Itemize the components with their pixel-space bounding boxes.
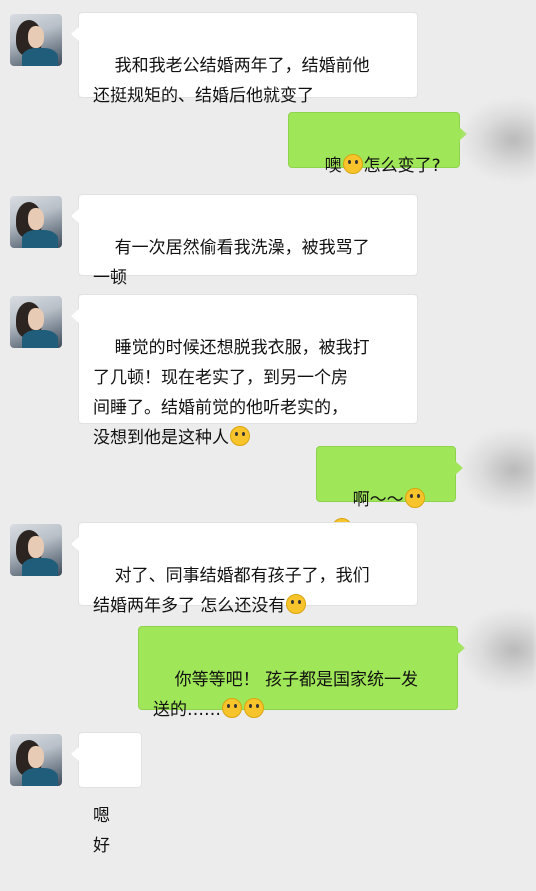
contact-avatar[interactable] bbox=[10, 734, 62, 786]
message-text: 对了、同事结婚都有孩子了，我们 结婚两年多了 怎么还没有 bbox=[93, 566, 370, 616]
dizzy-emoji-icon bbox=[286, 594, 307, 614]
smirk-emoji-icon bbox=[222, 698, 242, 718]
message-text: 有一次居然偷看我洗澡，被我骂了 一顿 bbox=[93, 238, 370, 288]
outgoing-message[interactable]: 你等等吧！ 孩子都是国家统一发 送的…… bbox=[138, 626, 465, 720]
smirk-emoji-icon bbox=[244, 698, 264, 718]
incoming-message[interactable]: 有一次居然偷看我洗澡，被我骂了 一顿 bbox=[71, 194, 418, 288]
incoming-message[interactable]: 对了、同事结婚都有孩子了，我们 结婚两年多了 怎么还没有 bbox=[71, 522, 418, 616]
dizzy-emoji-icon bbox=[230, 426, 250, 446]
message-text: 怎么变了? bbox=[363, 156, 441, 176]
incoming-message[interactable]: 睡觉的时候还想脱我衣服，被我打 了几顿！现在老实了，到另一个房 间睡了。结婚前觉… bbox=[71, 294, 418, 448]
contact-avatar[interactable] bbox=[10, 196, 62, 248]
message-text: 你等等吧！ 孩子都是国家统一发 送的…… bbox=[153, 670, 419, 720]
message-text: 噢 bbox=[324, 156, 342, 176]
contact-avatar[interactable] bbox=[10, 296, 62, 348]
chat-thread: 我和我老公结婚两年了，结婚前他 还挺规矩的、结婚后他就变了 噢 怎么变了? 有一次… bbox=[0, 0, 536, 856]
blurred-avatar bbox=[462, 430, 536, 510]
contact-avatar[interactable] bbox=[10, 524, 62, 576]
scream-emoji-icon bbox=[404, 488, 425, 508]
message-text: 嗯 好 bbox=[93, 806, 116, 856]
incoming-message[interactable]: 嗯 好 bbox=[71, 732, 142, 856]
outgoing-message[interactable]: 噢 怎么变了? bbox=[288, 112, 467, 176]
surprised-emoji-icon bbox=[342, 154, 363, 174]
message-text: 我和我老公结婚两年了，结婚前他 还挺规矩的、结婚后他就变了 bbox=[93, 56, 370, 106]
outgoing-message[interactable]: 啊～～ bbox=[316, 446, 463, 538]
contact-avatar[interactable] bbox=[10, 14, 62, 66]
blurred-avatar bbox=[462, 100, 536, 180]
blurred-avatar bbox=[462, 610, 536, 690]
message-text: 啊～～ bbox=[352, 490, 404, 510]
incoming-message[interactable]: 我和我老公结婚两年了，结婚前他 还挺规矩的、结婚后他就变了 bbox=[71, 12, 418, 106]
